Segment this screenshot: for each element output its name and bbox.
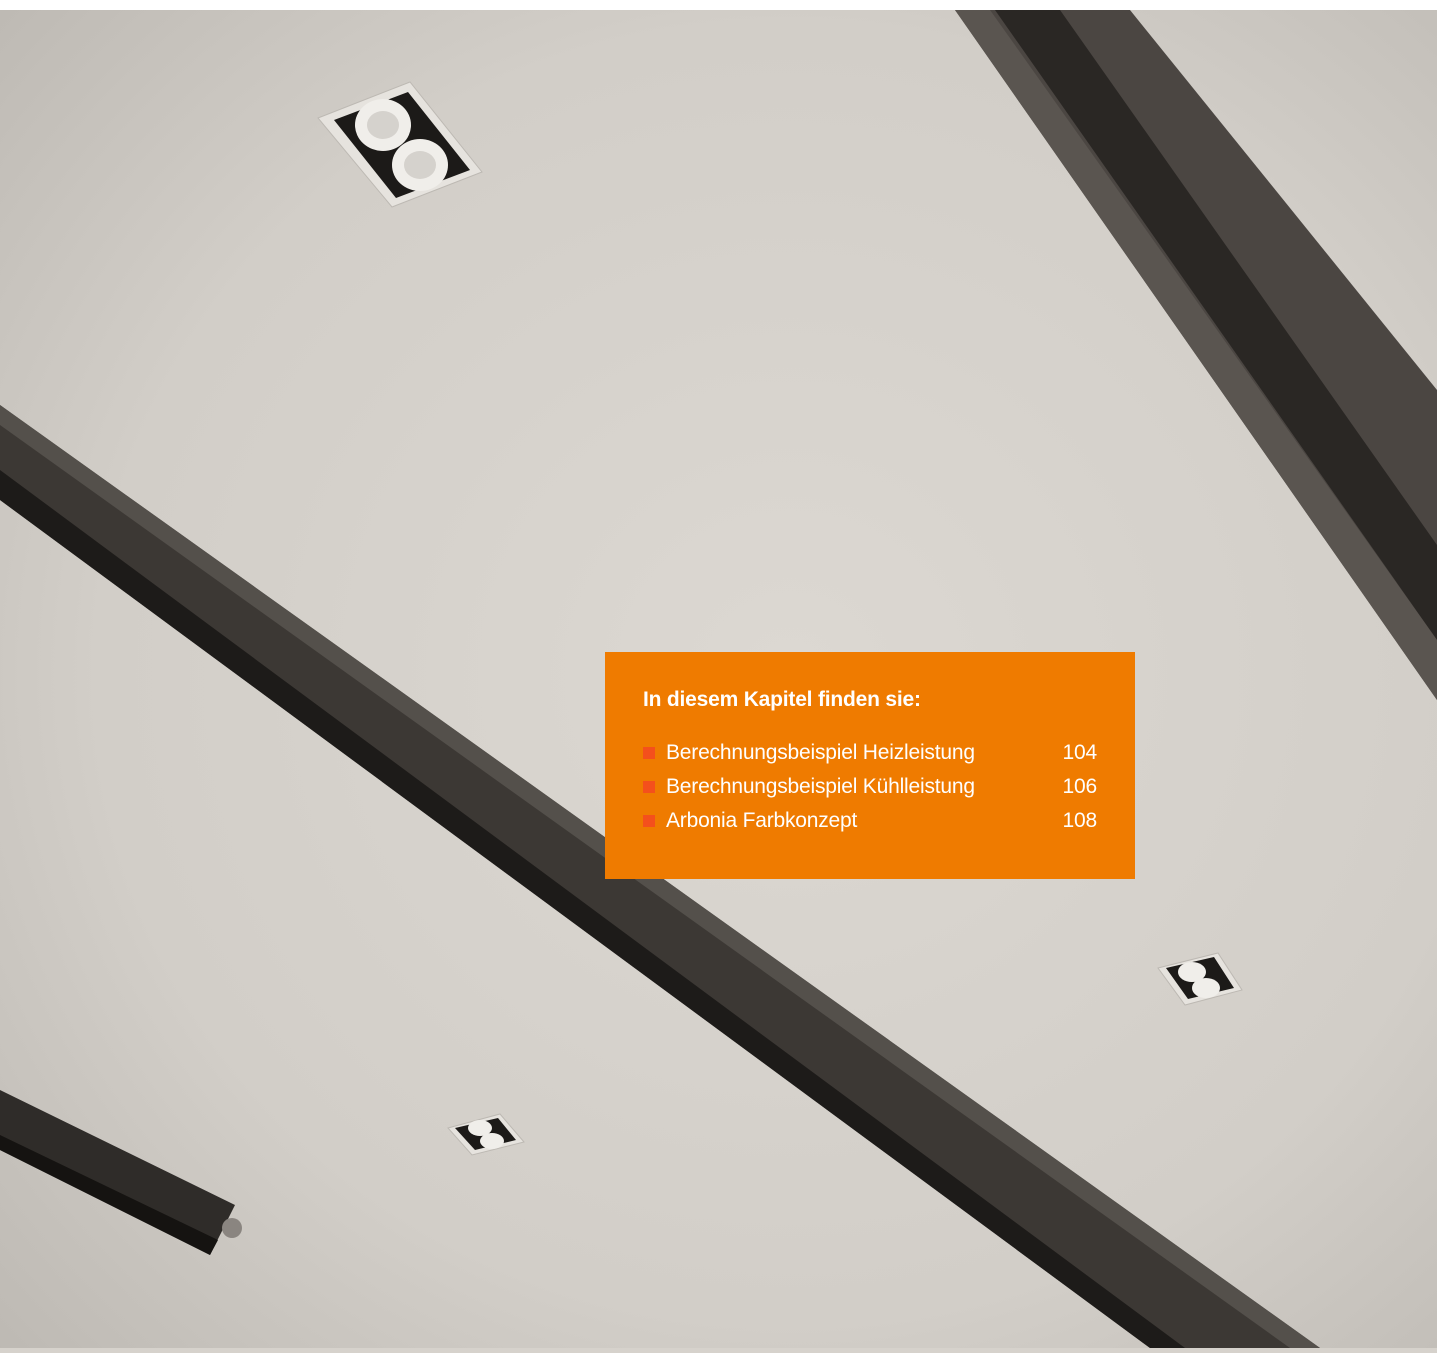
toc-item-page: 108 xyxy=(1062,809,1098,832)
toc-item-page: 106 xyxy=(1062,775,1098,798)
toc-item-label: Berechnungsbeispiel Heizleistung xyxy=(666,741,975,764)
toc-item-page: 104 xyxy=(1062,741,1098,764)
toc-item-label: Berechnungsbeispiel Kühlleistung xyxy=(666,775,975,798)
chapter-contents-box: In diesem Kapitel finden sie: Berechnung… xyxy=(605,652,1135,879)
square-bullet-icon xyxy=(643,747,655,759)
square-bullet-icon xyxy=(643,781,655,793)
toc-item-label: Arbonia Farbkonzept xyxy=(666,809,858,832)
toc-item[interactable]: Berechnungsbeispiel Kühlleistung 106 xyxy=(643,770,1097,804)
toc-item[interactable]: Arbonia Farbkonzept 108 xyxy=(643,804,1097,838)
page-top-margin xyxy=(0,0,1437,10)
square-bullet-icon xyxy=(643,815,655,827)
toc-item[interactable]: Berechnungsbeispiel Heizleistung 104 xyxy=(643,736,1097,770)
chapter-contents-list: Berechnungsbeispiel Heizleistung 104 Ber… xyxy=(643,736,1097,838)
chapter-contents-title: In diesem Kapitel finden sie: xyxy=(643,688,921,711)
